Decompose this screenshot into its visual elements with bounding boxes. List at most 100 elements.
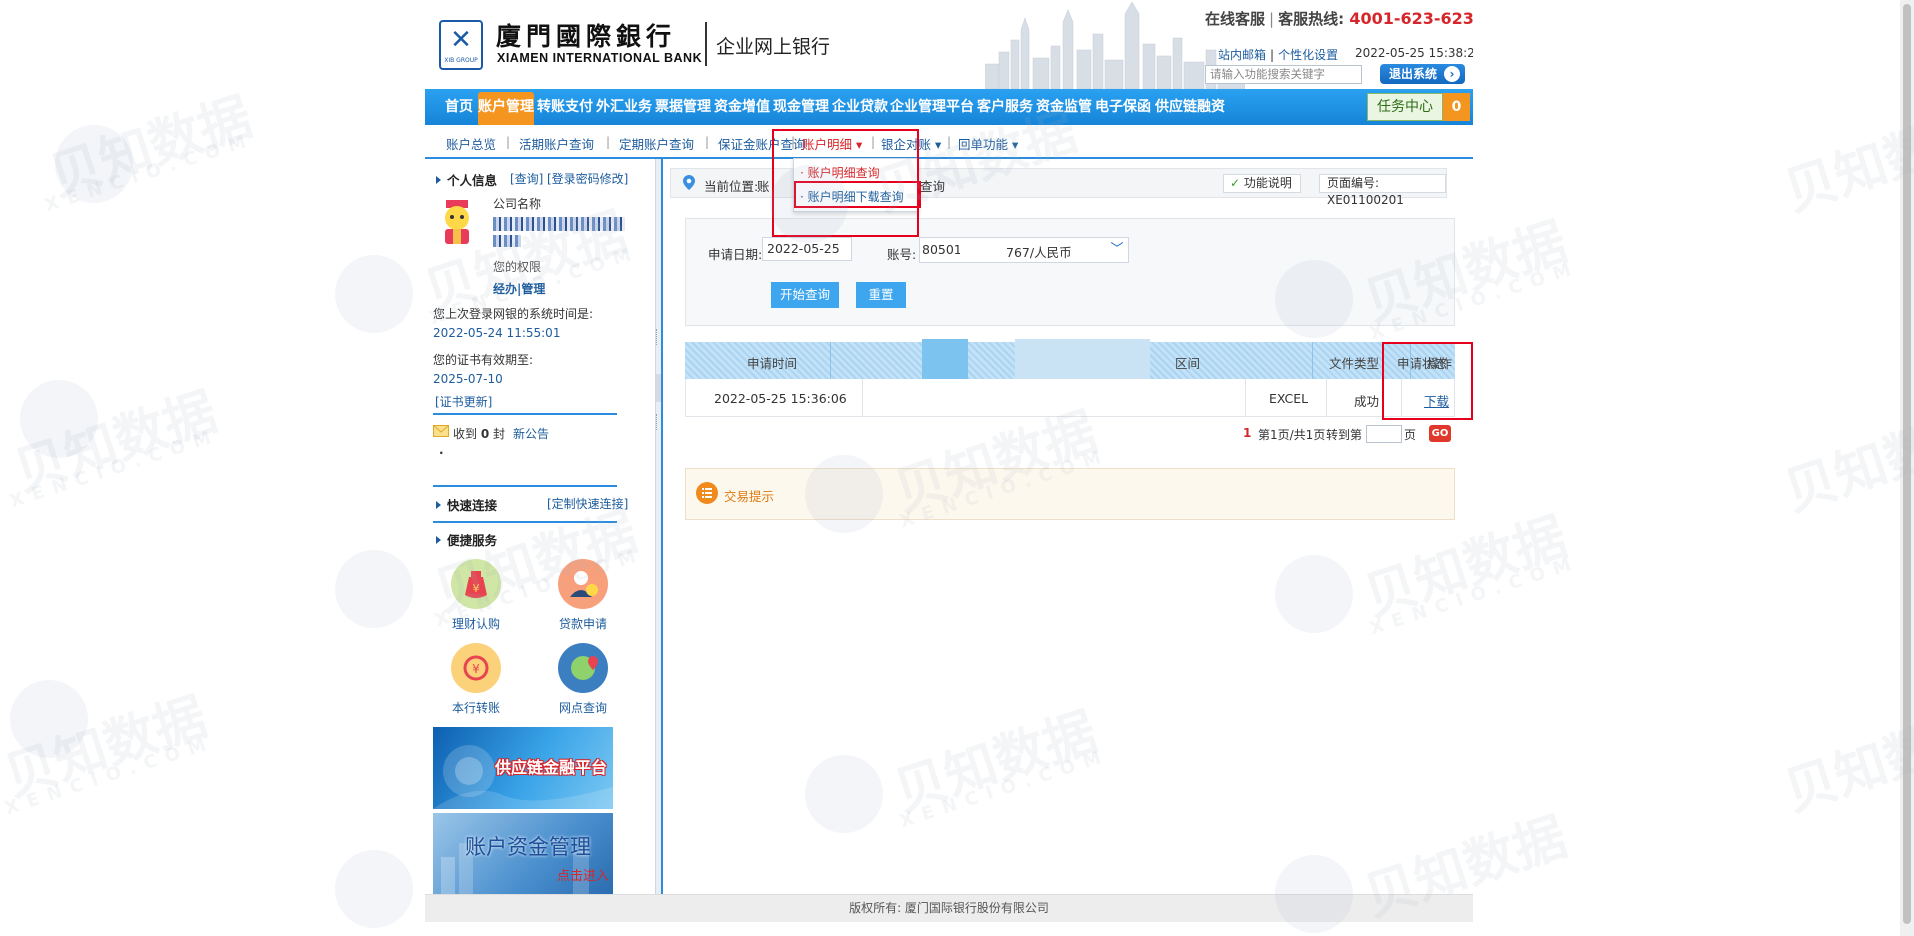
- custom-quick-links-link[interactable]: [定制快速连接]: [547, 495, 628, 512]
- change-password-link[interactable]: [登录密码修改]: [547, 170, 628, 187]
- cell-divider: [862, 379, 863, 417]
- bank-logo-icon: ✕ XIB GROUP: [439, 20, 483, 70]
- new-notice-link[interactable]: 新公告: [513, 425, 549, 442]
- cert-expiry-label: 您的证书有效期至:: [433, 353, 534, 367]
- banner2-title: 账户资金管理: [465, 835, 591, 859]
- nav-item-account-management[interactable]: 账户管理: [478, 92, 534, 125]
- logout-label: 退出系统: [1389, 67, 1438, 81]
- subnav-time-deposit-query[interactable]: 定期账户查询: [619, 134, 694, 153]
- main-left-border: [661, 159, 663, 894]
- mailbox-link[interactable]: 站内邮箱: [1218, 48, 1266, 62]
- nav-item-forex[interactable]: 外汇业务: [595, 89, 653, 125]
- watermark-logo-icon: [10, 680, 88, 758]
- nav-item-bill-management[interactable]: 票据管理: [654, 89, 712, 125]
- personal-info-query-link[interactable]: [查询]: [510, 170, 543, 187]
- cert-expiry-value: 2025-07-10: [433, 372, 503, 386]
- highlight-box-download: [1382, 342, 1473, 420]
- messages-received: 收到 0 封: [453, 427, 506, 441]
- table-row: 2022-05-25 15:36:06 EXCEL 成功 下载: [685, 379, 1455, 417]
- page-code: 页面编号: XE01100201: [1319, 174, 1446, 207]
- sub-nav: 账户总览 | 活期账户查询 | 定期账户查询 | 保证金账户查询 | 账户明细 …: [425, 125, 1473, 159]
- account-funds-banner[interactable]: 账户资金管理 点击进入: [433, 813, 613, 895]
- function-description-button[interactable]: ✓ 功能说明: [1223, 174, 1301, 193]
- apply-date-input[interactable]: 2022-05-25: [762, 237, 852, 261]
- service-internal-transfer[interactable]: ¥ 本行转账: [441, 643, 511, 716]
- company-name-redacted: [493, 235, 521, 247]
- bank-name-cn: 廈門國際銀行: [496, 22, 677, 51]
- subnav-divider: |: [506, 135, 511, 149]
- personalize-link[interactable]: 个性化设置: [1278, 48, 1338, 62]
- nav-item-corporate-loans[interactable]: 企业贷款: [831, 89, 889, 125]
- subnav-divider: |: [705, 135, 710, 149]
- last-login-label: 您上次登录网银的系统时间是:: [433, 307, 594, 321]
- transaction-tips: 交易提示: [685, 468, 1455, 520]
- banner1-text: 供应链金融平台: [495, 758, 608, 777]
- watermark-text: 贝知数据: [42, 87, 259, 209]
- service-loan-application[interactable]: 贷款申请: [548, 559, 618, 632]
- permission-label: 您的权限: [493, 260, 542, 274]
- nav-item-e-guarantee[interactable]: 电子保函: [1094, 89, 1152, 125]
- watermark-logo-icon: [20, 380, 98, 458]
- start-query-button[interactable]: 开始查询: [771, 282, 839, 308]
- watermark-text: 贝知数据: [7, 382, 224, 504]
- breadcrumb-label: 当前位置:: [704, 179, 759, 194]
- sidebar-divider: [433, 413, 617, 415]
- online-service-link[interactable]: 在线客服: [1205, 10, 1265, 28]
- company-name-redacted: [493, 217, 625, 231]
- highlight-box-download-query: [794, 181, 921, 208]
- nav-item-customer-service[interactable]: 客户服务: [976, 89, 1034, 125]
- account-select[interactable]: 805010 767/人民币 ﹀: [919, 237, 1129, 263]
- current-page[interactable]: 1: [1243, 426, 1251, 440]
- watermark-text: XENCIO.COM: [7, 424, 223, 513]
- watermark-logo-icon: [55, 125, 133, 203]
- watermark-text: 贝知数据: [0, 687, 214, 809]
- watermark-text: XENCIO.COM: [42, 128, 258, 217]
- account-redacted: [960, 239, 1002, 261]
- page-unit: 页: [1404, 428, 1417, 442]
- nav-item-fund-supervision[interactable]: 资金监管: [1035, 89, 1093, 125]
- nav-item-cash-management[interactable]: 现金管理: [772, 89, 830, 125]
- top-links: 站内邮箱 | 个性化设置: [1218, 48, 1339, 62]
- pagination: 1 第1页/共1页 转到第 页 GO: [685, 417, 1455, 451]
- nav-item-wealth[interactable]: 资金增值: [713, 89, 771, 125]
- watermark-logo-icon: [335, 850, 413, 928]
- footer: 版权所有: 厦门国际银行股份有限公司: [425, 894, 1473, 922]
- watermark-logo-icon: [335, 550, 413, 628]
- subnav-current-account-query[interactable]: 活期账户查询: [519, 134, 594, 153]
- page-scrollbar-thumb[interactable]: [1903, 4, 1911, 924]
- sidebar-divider: [433, 521, 617, 523]
- table-header: 申请时间 区间 文件类型 申请状态 操作: [685, 339, 1455, 382]
- header: ✕ XIB GROUP 廈門國際銀行 XIAMEN INTERNATIONAL …: [425, 0, 1473, 89]
- goto-label: 转到第: [1326, 428, 1363, 442]
- service-branch-query[interactable]: 网点查询: [548, 643, 618, 716]
- nav-item-transfer-payment[interactable]: 转账支付: [536, 89, 594, 125]
- cert-update-link[interactable]: [证书更新]: [435, 393, 492, 410]
- nav-item-supply-chain-finance[interactable]: 供应链融资: [1153, 89, 1365, 125]
- subnav-divider: |: [606, 135, 611, 149]
- goto-page-input[interactable]: [1366, 425, 1402, 443]
- hotline: 在线客服 | 客服热线: 4001-623-623: [1205, 9, 1473, 28]
- service-wealth-subscription[interactable]: ¥ 理财认购: [441, 559, 511, 632]
- go-button[interactable]: GO: [1429, 425, 1451, 442]
- function-search-input[interactable]: 请输入功能搜索关键字: [1205, 65, 1362, 84]
- main-nav: 首页 账户管理 转账支付 外汇业务 票据管理 资金增值 现金管理 企业贷款 企业…: [425, 89, 1473, 125]
- nav-item-home[interactable]: 首页: [439, 89, 479, 125]
- header-redacted: [922, 339, 968, 382]
- logo-divider: [705, 22, 707, 66]
- subnav-receipt-functions[interactable]: 回单功能 ▾: [958, 134, 1018, 153]
- account-label: 账号:: [887, 247, 917, 262]
- convenient-services-title: 便捷服务: [436, 530, 497, 549]
- bank-name-en: XIAMEN INTERNATIONAL BANK: [497, 51, 703, 65]
- logout-button[interactable]: 退出系统 ›: [1380, 64, 1465, 84]
- col-file-type: 文件类型: [1329, 356, 1380, 371]
- supply-chain-banner[interactable]: 供应链金融平台: [433, 727, 613, 809]
- watermark-text: XENCIO.COM: [2, 731, 218, 820]
- check-icon: ✓: [1230, 176, 1241, 190]
- nav-item-enterprise-platform[interactable]: 企业管理平台: [890, 89, 974, 125]
- subnav-account-overview[interactable]: 账户总览: [446, 134, 496, 153]
- header-redacted: [1015, 339, 1150, 382]
- task-center-button[interactable]: 任务中心: [1367, 93, 1443, 121]
- reset-button[interactable]: 重置: [856, 282, 906, 308]
- loan-person-icon: [558, 559, 608, 609]
- list-icon: [696, 482, 718, 504]
